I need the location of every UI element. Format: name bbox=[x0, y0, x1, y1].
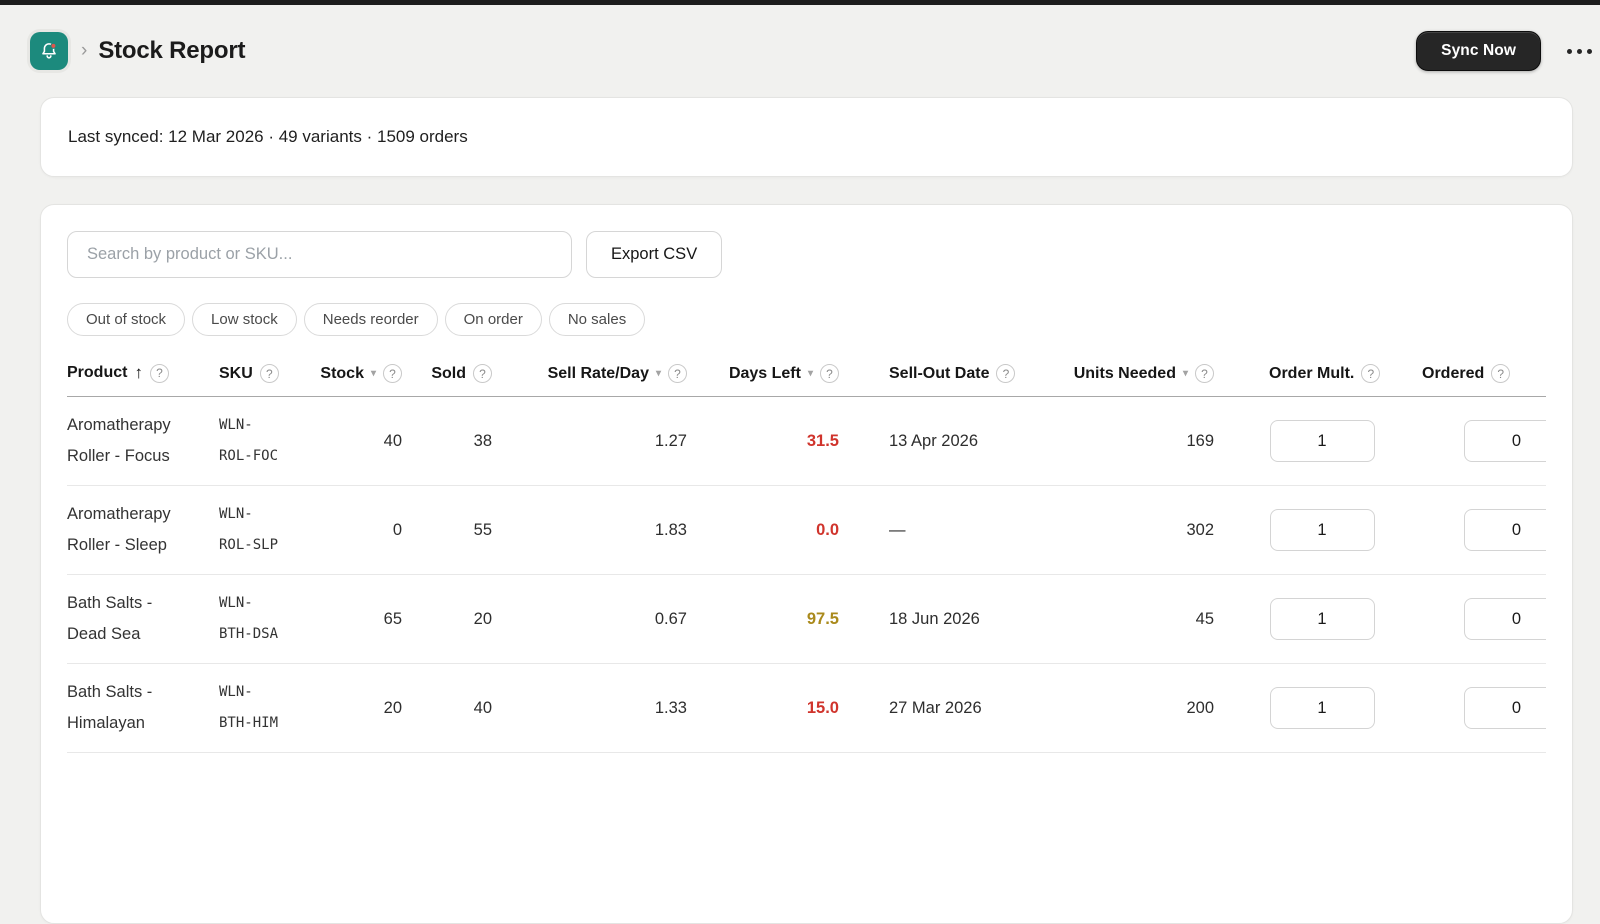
product-name: Bath Salts - Dead Sea bbox=[67, 574, 219, 664]
sell-out-date-value: — bbox=[863, 485, 1048, 575]
help-icon[interactable]: ? bbox=[1491, 364, 1511, 383]
sort-ascending-icon: ↑ bbox=[134, 363, 143, 382]
filter-low-stock[interactable]: Low stock bbox=[192, 303, 297, 336]
sku-value: WLN-ROL-SLP bbox=[219, 485, 311, 575]
stock-report-card: Export CSV Out of stock Low stock Needs … bbox=[40, 204, 1573, 924]
days-left-value: 97.5 bbox=[711, 574, 863, 664]
column-header-sold: Sold ? bbox=[426, 363, 516, 397]
sold-value: 40 bbox=[426, 663, 516, 753]
export-csv-button[interactable]: Export CSV bbox=[586, 231, 723, 278]
sort-caret-icon: ▾ bbox=[807, 368, 813, 379]
order-mult-input[interactable] bbox=[1269, 420, 1375, 462]
stock-value: 20 bbox=[311, 663, 426, 753]
table-row: Aromatherapy Roller - Focus WLN-ROL-FOC … bbox=[67, 396, 1546, 486]
table-header-row: Product ↑ ? SKU ? Stock ▾ ? Sold ? Sell … bbox=[67, 363, 1546, 397]
app-logo[interactable] bbox=[30, 32, 68, 70]
overflow-menu-button[interactable] bbox=[1565, 41, 1594, 62]
table-row: Bath Salts - Himalayan WLN-BTH-HIM 20 40… bbox=[67, 663, 1546, 753]
table-toolbar: Export CSV bbox=[67, 231, 1546, 278]
order-mult-input[interactable] bbox=[1269, 598, 1375, 640]
sell-rate-value: 1.83 bbox=[516, 485, 711, 575]
sell-rate-value: 1.33 bbox=[516, 663, 711, 753]
help-icon[interactable]: ? bbox=[149, 363, 169, 383]
stock-value: 0 bbox=[311, 485, 426, 575]
stock-value: 40 bbox=[311, 396, 426, 486]
help-icon[interactable]: ? bbox=[668, 364, 687, 383]
product-name: Aromatherapy Roller - Focus bbox=[67, 396, 219, 486]
stock-value: 65 bbox=[311, 574, 426, 664]
help-icon[interactable]: ? bbox=[259, 364, 279, 383]
ordered-input[interactable] bbox=[1464, 509, 1546, 551]
ordered-input[interactable] bbox=[1464, 420, 1546, 462]
page-header: › Stock Report Sync Now bbox=[0, 5, 1600, 97]
sort-caret-icon: ▾ bbox=[1182, 368, 1188, 379]
sort-caret-icon: ▾ bbox=[655, 368, 661, 379]
sku-value: WLN-BTH-DSA bbox=[219, 574, 311, 664]
filter-pills: Out of stock Low stock Needs reorder On … bbox=[67, 303, 1546, 336]
filter-no-sales[interactable]: No sales bbox=[548, 303, 646, 336]
notification-dot bbox=[50, 42, 57, 49]
column-header-sku: SKU ? bbox=[219, 363, 311, 397]
table-row: Bath Salts - Dead Sea WLN-BTH-DSA 65 20 … bbox=[67, 574, 1546, 664]
days-left-value: 15.0 bbox=[711, 663, 863, 753]
column-header-sell-rate[interactable]: Sell Rate/Day ▾ ? bbox=[516, 363, 711, 397]
order-mult-input[interactable] bbox=[1269, 509, 1375, 551]
help-icon[interactable]: ? bbox=[473, 364, 492, 383]
ellipsis-dot bbox=[1567, 48, 1572, 54]
sort-caret-icon: ▾ bbox=[370, 368, 376, 379]
sell-out-date-value: 13 Apr 2026 bbox=[863, 396, 1048, 486]
ellipsis-dot bbox=[1587, 48, 1592, 54]
units-needed-value: 302 bbox=[1048, 485, 1238, 575]
product-name: Aromatherapy Roller - Sleep bbox=[67, 485, 219, 575]
page-title: Stock Report bbox=[98, 37, 246, 64]
column-header-order-mult: Order Mult. ? bbox=[1238, 363, 1406, 397]
ordered-input[interactable] bbox=[1464, 598, 1546, 640]
sell-out-date-value: 27 Mar 2026 bbox=[863, 663, 1048, 753]
help-icon[interactable]: ? bbox=[1195, 364, 1214, 383]
sell-out-date-value: 18 Jun 2026 bbox=[863, 574, 1048, 664]
bell-icon bbox=[42, 42, 57, 59]
sync-summary-card: Last synced: 12 Mar 2026 · 49 variants ·… bbox=[40, 97, 1573, 177]
help-icon[interactable]: ? bbox=[1361, 364, 1381, 383]
breadcrumb-chevron: › bbox=[81, 40, 88, 61]
column-header-days-left[interactable]: Days Left ▾ ? bbox=[711, 363, 863, 397]
sku-value: WLN-ROL-FOC bbox=[219, 396, 311, 486]
sell-rate-value: 0.67 bbox=[516, 574, 711, 664]
stock-table: Product ↑ ? SKU ? Stock ▾ ? Sold ? Sell … bbox=[67, 363, 1546, 753]
sync-now-button[interactable]: Sync Now bbox=[1416, 31, 1541, 71]
units-needed-value: 45 bbox=[1048, 574, 1238, 664]
column-header-stock[interactable]: Stock ▾ ? bbox=[311, 363, 426, 397]
column-header-sell-out-date: Sell-Out Date ? bbox=[863, 363, 1048, 397]
units-needed-value: 169 bbox=[1048, 396, 1238, 486]
sell-rate-value: 1.27 bbox=[516, 396, 711, 486]
product-name: Bath Salts - Himalayan bbox=[67, 663, 219, 753]
header-actions: Sync Now bbox=[1416, 31, 1594, 71]
help-icon[interactable]: ? bbox=[820, 364, 839, 383]
filter-on-order[interactable]: On order bbox=[444, 303, 542, 336]
table-row: Aromatherapy Roller - Sleep WLN-ROL-SLP … bbox=[67, 485, 1546, 575]
ordered-input[interactable] bbox=[1464, 687, 1546, 729]
column-header-units-needed[interactable]: Units Needed ▾ ? bbox=[1048, 363, 1238, 397]
help-icon[interactable]: ? bbox=[996, 364, 1016, 383]
stock-table-container: Product ↑ ? SKU ? Stock ▾ ? Sold ? Sell … bbox=[67, 363, 1546, 753]
days-left-value: 0.0 bbox=[711, 485, 863, 575]
search-input[interactable] bbox=[67, 231, 572, 278]
sku-value: WLN-BTH-HIM bbox=[219, 663, 311, 753]
sold-value: 38 bbox=[426, 396, 516, 486]
column-header-ordered: Ordered ? bbox=[1406, 363, 1546, 397]
column-header-product[interactable]: Product ↑ ? bbox=[67, 363, 219, 397]
ellipsis-dot bbox=[1577, 48, 1582, 54]
sold-value: 55 bbox=[426, 485, 516, 575]
filter-out-of-stock[interactable]: Out of stock bbox=[67, 303, 186, 336]
help-icon[interactable]: ? bbox=[383, 364, 402, 383]
sold-value: 20 bbox=[426, 574, 516, 664]
order-mult-input[interactable] bbox=[1269, 687, 1375, 729]
days-left-value: 31.5 bbox=[711, 396, 863, 486]
sync-summary-text: Last synced: 12 Mar 2026 · 49 variants ·… bbox=[68, 127, 468, 146]
units-needed-value: 200 bbox=[1048, 663, 1238, 753]
filter-needs-reorder[interactable]: Needs reorder bbox=[303, 303, 438, 336]
